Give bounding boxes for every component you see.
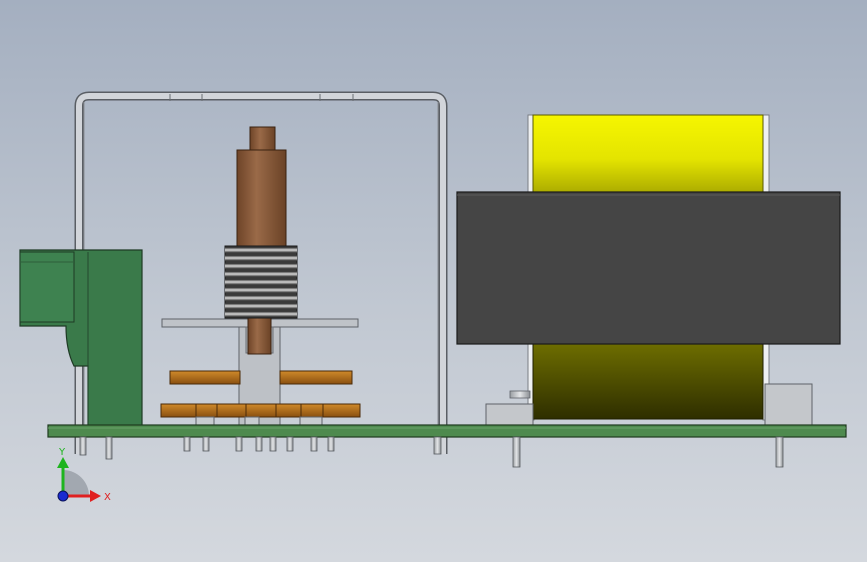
ribbed-spring-coil[interactable] <box>224 245 298 319</box>
cad-viewport[interactable]: Y X <box>0 0 867 562</box>
pcb-board[interactable] <box>47 424 847 438</box>
transformer[interactable] <box>456 114 841 427</box>
z-axis-dot <box>57 490 69 502</box>
cad-drawing: Y X <box>19 91 847 503</box>
y-axis-label: Y <box>58 447 66 458</box>
pcb-pins <box>79 436 784 468</box>
x-axis-label: X <box>104 492 111 503</box>
